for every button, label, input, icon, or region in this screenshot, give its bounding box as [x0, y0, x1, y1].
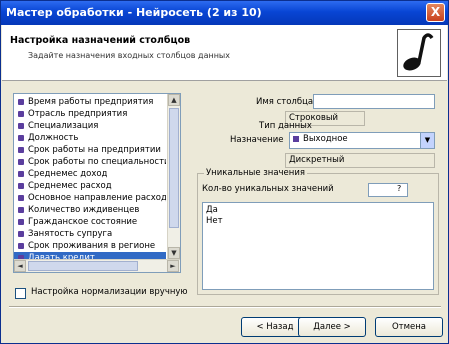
unique-count-field — [368, 183, 408, 197]
column-list-item-label: Отрасль предприятия — [28, 109, 128, 119]
unique-value-item[interactable]: Нет — [206, 216, 430, 227]
column-icon — [18, 183, 24, 189]
column-icon — [18, 99, 24, 105]
purpose-label: Назначение — [230, 135, 284, 145]
scroll-right-button[interactable]: ► — [167, 260, 179, 272]
column-list-item[interactable]: Занятость супруга — [14, 228, 166, 240]
scroll-up-button[interactable]: ▲ — [168, 94, 180, 106]
kind-field: Дискретный — [285, 153, 435, 168]
title-bar: Мастер обработки - Нейросеть (2 из 10) X — [1, 1, 448, 25]
column-icon — [18, 135, 24, 141]
cancel-button[interactable]: Отмена — [375, 317, 443, 337]
column-list-item-label: Специализация — [28, 121, 99, 131]
column-list-item-label: Основное направление расход — [28, 193, 166, 203]
chevron-down-icon[interactable]: ▼ — [420, 133, 434, 148]
unique-count-label: Кол-во уникальных значений — [202, 184, 334, 194]
column-list-item[interactable]: Основное направление расход — [14, 192, 166, 204]
normalize-checkbox[interactable] — [15, 288, 26, 299]
footer-separator — [9, 306, 441, 308]
column-list-item[interactable]: Срок работы на предприятии — [14, 144, 166, 156]
col-name-label: Имя столбца — [256, 97, 314, 107]
unique-values-group: Уникальные значения Кол-во уникальных зн… — [197, 168, 439, 295]
column-list-item[interactable]: Отрасль предприятия — [14, 108, 166, 120]
purpose-value: Выходное — [303, 134, 348, 144]
column-list-item[interactable]: Срок работы по специальности — [14, 156, 166, 168]
unique-count-help[interactable]: ? — [397, 184, 401, 193]
column-icon — [18, 195, 24, 201]
step-title: Настройка назначений столбцов — [10, 35, 191, 46]
column-list-item-label: Должность — [28, 133, 79, 143]
column-list-item-label: Время работы предприятия — [28, 97, 154, 107]
column-icon — [18, 243, 24, 249]
wizard-header: Настройка назначений столбцов Задайте на… — [2, 25, 447, 81]
close-button[interactable]: X — [426, 3, 445, 22]
column-icon — [18, 231, 24, 237]
column-list-item-label: Срок проживания в регионе — [28, 241, 156, 251]
next-button[interactable]: Далее > — [298, 317, 366, 337]
column-list-item[interactable]: Количество иждивенцев — [14, 204, 166, 216]
note-logo-icon — [397, 29, 441, 77]
column-icon — [18, 111, 24, 117]
column-icon — [18, 219, 24, 225]
col-name-field[interactable] — [313, 94, 435, 109]
wizard-window: Мастер обработки - Нейросеть (2 из 10) X… — [0, 0, 449, 344]
column-list-item-label: Срок работы на предприятии — [28, 145, 161, 155]
data-type-label: Тип данных — [259, 121, 312, 131]
column-list-item[interactable]: Время работы предприятия — [14, 96, 166, 108]
column-list-item-label: Занятость супруга — [28, 229, 113, 239]
columns-list-hscroll[interactable]: ◄ ► — [14, 259, 180, 272]
column-list-item-label: Количество иждивенцев — [28, 205, 140, 215]
normalize-checkbox-label: Настройка нормализации вручную — [31, 287, 188, 297]
hscroll-thumb[interactable] — [28, 261, 138, 271]
column-icon — [18, 123, 24, 129]
column-list-item[interactable]: Среднемес расход — [14, 180, 166, 192]
unique-values-list[interactable]: Да Нет — [202, 202, 434, 290]
column-list-item[interactable]: Гражданское состояние — [14, 216, 166, 228]
column-icon — [18, 147, 24, 153]
vscroll-thumb[interactable] — [169, 108, 179, 228]
column-list-item[interactable]: Среднемес доход — [14, 168, 166, 180]
column-icon — [18, 159, 24, 165]
column-list-item[interactable]: Срок проживания в регионе — [14, 240, 166, 252]
column-icon — [18, 207, 24, 213]
scroll-left-button[interactable]: ◄ — [14, 260, 26, 272]
column-list-item-label: Гражданское состояние — [28, 217, 138, 227]
unique-value-item[interactable]: Да — [206, 205, 430, 216]
column-list-item-label: Среднемес расход — [28, 181, 112, 191]
columns-list-vscroll[interactable]: ▲ ▼ — [167, 94, 180, 260]
column-icon — [18, 171, 24, 177]
column-list-item-label: Среднемес доход — [28, 169, 108, 179]
output-icon — [293, 135, 299, 142]
step-subtitle: Задайте назначения входных столбцов данн… — [28, 51, 230, 60]
window-title: Мастер обработки - Нейросеть (2 из 10) — [6, 6, 262, 19]
column-list-item[interactable]: Специализация — [14, 120, 166, 132]
column-list-item[interactable]: Должность — [14, 132, 166, 144]
purpose-select[interactable]: Выходное ▼ — [289, 132, 435, 149]
scroll-down-button[interactable]: ▼ — [168, 247, 180, 259]
unique-values-title: Уникальные значения — [204, 168, 307, 178]
columns-list[interactable]: Время работы предприятия Отрасль предприя… — [13, 93, 181, 273]
column-list-item-label: Срок работы по специальности — [28, 157, 166, 167]
